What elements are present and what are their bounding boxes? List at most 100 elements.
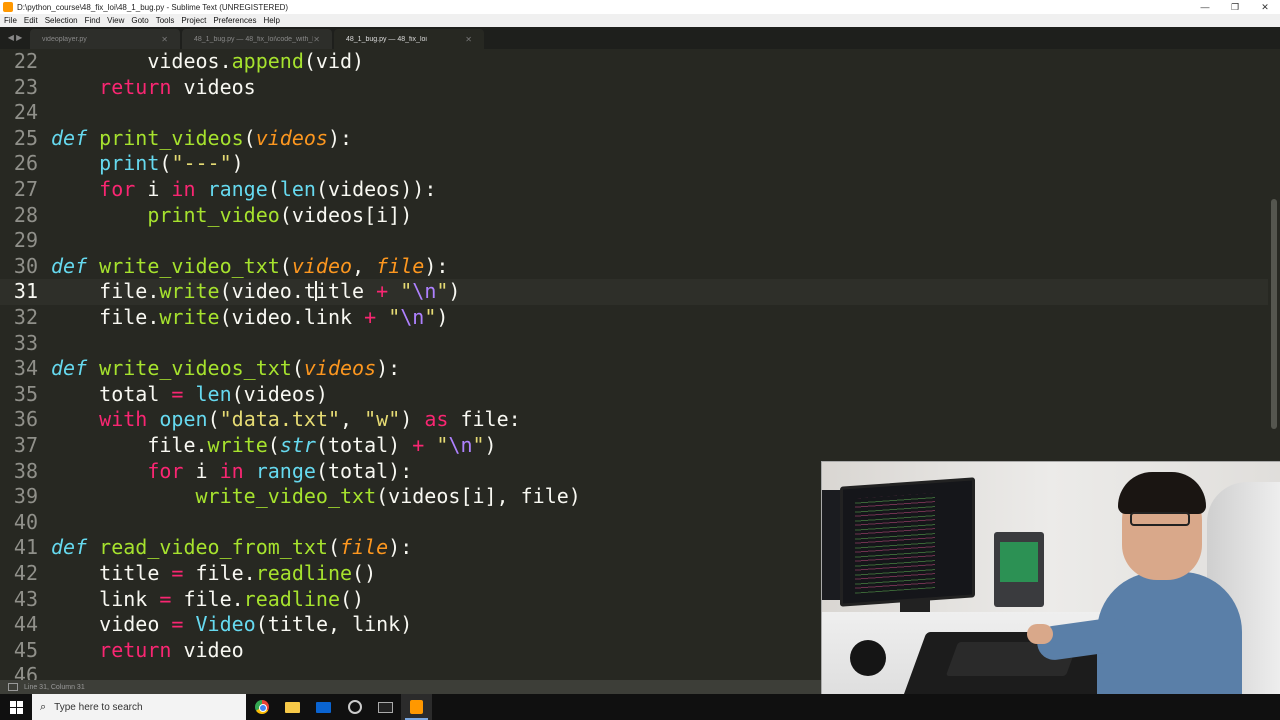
menu-preferences[interactable]: Preferences <box>213 16 256 25</box>
line-number: 34 <box>13 356 38 381</box>
menu-help[interactable]: Help <box>263 16 279 25</box>
maximize-button[interactable]: ❐ <box>1220 0 1250 14</box>
code-token: (total) <box>315 433 413 457</box>
code-token: ( <box>291 356 304 381</box>
code-token: file. <box>171 586 244 611</box>
menu-file[interactable]: File <box>4 16 17 25</box>
code-line[interactable]: 25 def print_videos(videos): <box>0 126 1268 152</box>
settings-ring-icon[interactable] <box>339 694 370 720</box>
code-token: " <box>388 305 401 329</box>
tab-videoplayer[interactable]: videoplayer.py ✕ <box>30 29 180 49</box>
line-number: 25 <box>13 125 38 150</box>
mail-icon[interactable] <box>308 694 339 720</box>
webcam-person-hand <box>1027 624 1053 644</box>
line-number: 41 <box>13 535 38 560</box>
tab-nav-arrows[interactable]: ◀ ▶ <box>0 27 30 49</box>
code-line[interactable]: 30 def write_video_txt(video, file): <box>0 254 1268 280</box>
menu-edit[interactable]: Edit <box>24 16 38 25</box>
tab-close-icon[interactable]: ✕ <box>161 35 168 44</box>
code-token: len <box>195 381 232 406</box>
terminal-icon[interactable] <box>370 694 401 720</box>
menu-selection[interactable]: Selection <box>45 16 78 25</box>
line-number: 36 <box>13 407 38 432</box>
code-token: with <box>99 407 148 432</box>
code-token: ( <box>159 151 172 176</box>
menu-tools[interactable]: Tools <box>156 16 175 25</box>
code-token: ) <box>484 433 497 457</box>
window-controls: — ❐ ✕ <box>1190 0 1280 14</box>
code-line[interactable]: 27 for i in range(len(videos)): <box>0 177 1268 203</box>
code-token: def <box>51 253 88 278</box>
code-line[interactable]: 37 file.write(str(total) + "\n") <box>0 433 1268 459</box>
code-token: " <box>424 305 437 329</box>
line-number: 26 <box>13 151 38 176</box>
code-token: in <box>171 177 196 201</box>
code-token: video <box>291 253 353 278</box>
code-token: ( <box>327 535 340 560</box>
scrollbar-thumb[interactable] <box>1271 199 1277 429</box>
line-number: 24 <box>13 100 38 125</box>
code-token: () <box>340 586 365 611</box>
code-token: = <box>171 561 184 585</box>
taskbar: ⌕ Type here to search <box>0 694 1280 720</box>
sublime-app-icon <box>3 2 13 12</box>
minimize-button[interactable]: — <box>1190 0 1220 14</box>
menu-goto[interactable]: Goto <box>131 16 148 25</box>
menu-view[interactable]: View <box>107 16 124 25</box>
line-number: 39 <box>13 484 38 509</box>
chrome-icon[interactable] <box>246 694 277 720</box>
panel-toggle-icon[interactable] <box>8 683 18 691</box>
code-token: " <box>436 433 449 457</box>
code-line[interactable]: 29 <box>0 228 1268 254</box>
code-token: \n <box>448 433 473 457</box>
code-line[interactable]: 32 file.write(video.link + "\n") <box>0 305 1268 331</box>
sublime-text-icon[interactable] <box>401 694 432 720</box>
code-token: + <box>412 433 425 457</box>
menu-bar: File Edit Selection Find View Goto Tools… <box>0 14 1280 27</box>
line-number: 27 <box>13 177 38 201</box>
code-token: = <box>171 381 184 406</box>
tab-bug-active[interactable]: 48_1_bug.py — 48_fix_loi ✕ <box>334 29 484 49</box>
search-placeholder: Type here to search <box>54 701 143 713</box>
code-token: (video.link <box>219 305 365 329</box>
webcam-person-glasses <box>1130 512 1190 526</box>
code-line[interactable]: 23 return videos <box>0 75 1268 101</box>
code-line[interactable]: 34 def write_videos_txt(videos): <box>0 356 1268 382</box>
webcam-speaker <box>850 640 886 676</box>
line-number: 22 <box>13 49 38 73</box>
code-token: + <box>376 279 389 304</box>
tab-close-icon[interactable]: ✕ <box>313 35 320 44</box>
close-button[interactable]: ✕ <box>1250 0 1280 14</box>
menu-project[interactable]: Project <box>181 16 206 25</box>
code-line[interactable]: 26 print("---") <box>0 151 1268 177</box>
menu-find[interactable]: Find <box>85 16 101 25</box>
tab-close-icon[interactable]: ✕ <box>465 35 472 44</box>
code-line[interactable]: 22 videos.append(vid) <box>0 49 1268 75</box>
code-token: (total): <box>315 458 413 483</box>
code-line[interactable]: 28 print_video(videos[i]) <box>0 203 1268 229</box>
line-number: 46 <box>13 663 38 680</box>
code-token: total <box>51 381 172 406</box>
code-token: open <box>159 407 208 432</box>
code-token: ( <box>267 433 280 457</box>
code-line[interactable]: 33 <box>0 331 1268 357</box>
code-line[interactable]: 31 file.write(video.title + "\n") <box>0 279 1268 305</box>
code-line[interactable]: 36 with open("data.txt", "w") as file: <box>0 407 1268 433</box>
line-number: 32 <box>13 305 38 329</box>
code-token: ) <box>400 407 425 432</box>
code-token: ( <box>207 407 220 432</box>
taskbar-search[interactable]: ⌕ Type here to search <box>32 694 246 720</box>
code-token: read_video_from_txt <box>99 535 328 560</box>
file-explorer-icon[interactable] <box>277 694 308 720</box>
start-button[interactable] <box>0 694 32 720</box>
tab-bug-with-code[interactable]: 48_1_bug.py — 48_fix_loi\code_with_bug ✕ <box>182 29 332 49</box>
code-token: (vid) <box>303 49 365 73</box>
code-line[interactable]: 24 <box>0 100 1268 126</box>
code-line[interactable]: 35 total = len(videos) <box>0 382 1268 408</box>
